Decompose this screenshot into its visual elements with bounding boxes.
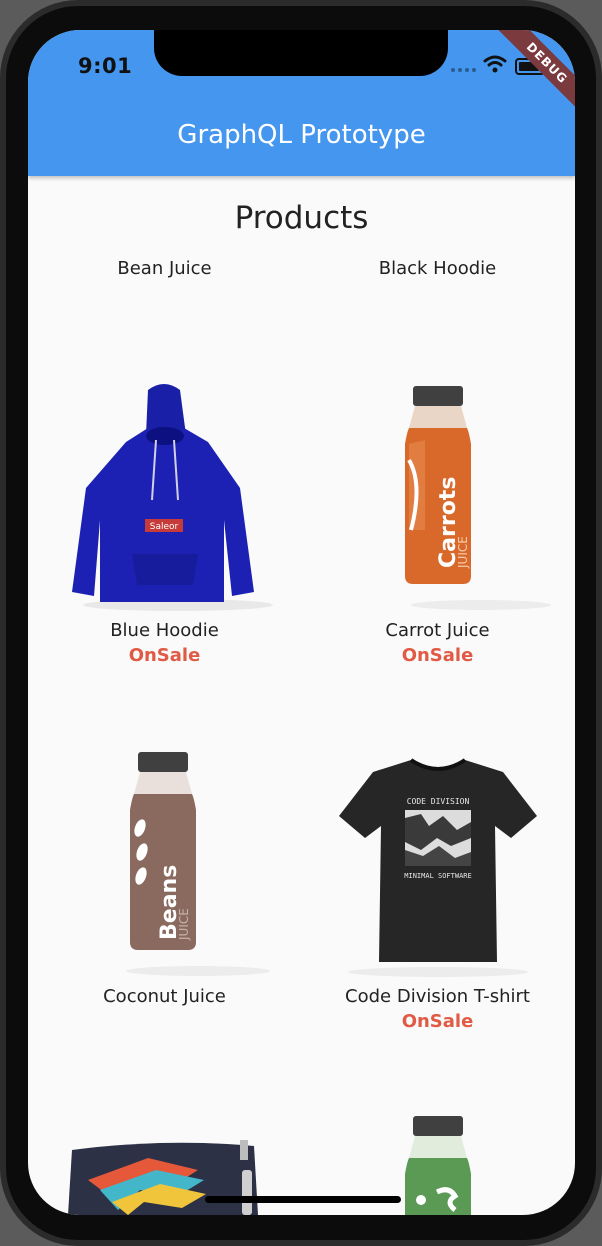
product-card-blue-hoodie[interactable]: Saleor Blue Hoodie OnSale [28,380,301,666]
app-screen: 9:01 DEBUG GraphQL Prototype Products Be… [28,30,575,1215]
product-image: CODE DIVISION MINIMAL SOFTWARE [339,758,537,977]
signal-icon [451,68,476,72]
sale-badge: OnSale [401,645,474,666]
status-time: 9:01 [78,54,133,78]
product-name: Blue Hoodie [110,620,219,641]
home-indicator[interactable] [205,1196,401,1203]
product-card-black-hoodie[interactable]: Black Hoodie [301,258,574,279]
page-title: Products [234,200,369,236]
product-card-coconut-juice[interactable]: Beans JUICE Coconut Juice [28,746,301,1007]
product-image: Saleor [72,384,273,611]
product-card-code-division-tshirt[interactable]: CODE DIVISION MINIMAL SOFTWARE Code Divi… [301,746,574,1032]
app-bar-title: GraphQL Prototype [177,120,426,150]
product-image: Beans JUICE [126,752,270,976]
wifi-icon [483,55,507,73]
shirt-print-bottom: MINIMAL SOFTWARE [404,872,471,880]
product-card-bean-juice[interactable]: Bean Juice [28,258,301,279]
product-name: Bean Juice [117,258,212,279]
product-card-carrot-juice[interactable]: Carrots JUICE Carrot Juice OnSale [301,380,574,666]
bottle-type: JUICE [177,908,191,941]
product-image: Carrots JUICE [405,386,551,610]
sale-badge: OnSale [401,1011,474,1032]
notch [154,30,448,76]
product-name: Code Division T-shirt [345,986,530,1007]
product-name: Coconut Juice [103,986,226,1007]
app-bar: 9:01 DEBUG GraphQL Prototype [28,30,575,176]
phone-frame: 9:01 DEBUG GraphQL Prototype Products Be… [0,0,602,1246]
product-name: Black Hoodie [378,258,497,279]
sale-badge: OnSale [128,645,201,666]
product-name: Carrot Juice [385,620,490,641]
bottle-type: JUICE [456,536,470,569]
hoodie-label: Saleor [150,522,179,532]
shirt-print-top: CODE DIVISION [407,797,470,806]
